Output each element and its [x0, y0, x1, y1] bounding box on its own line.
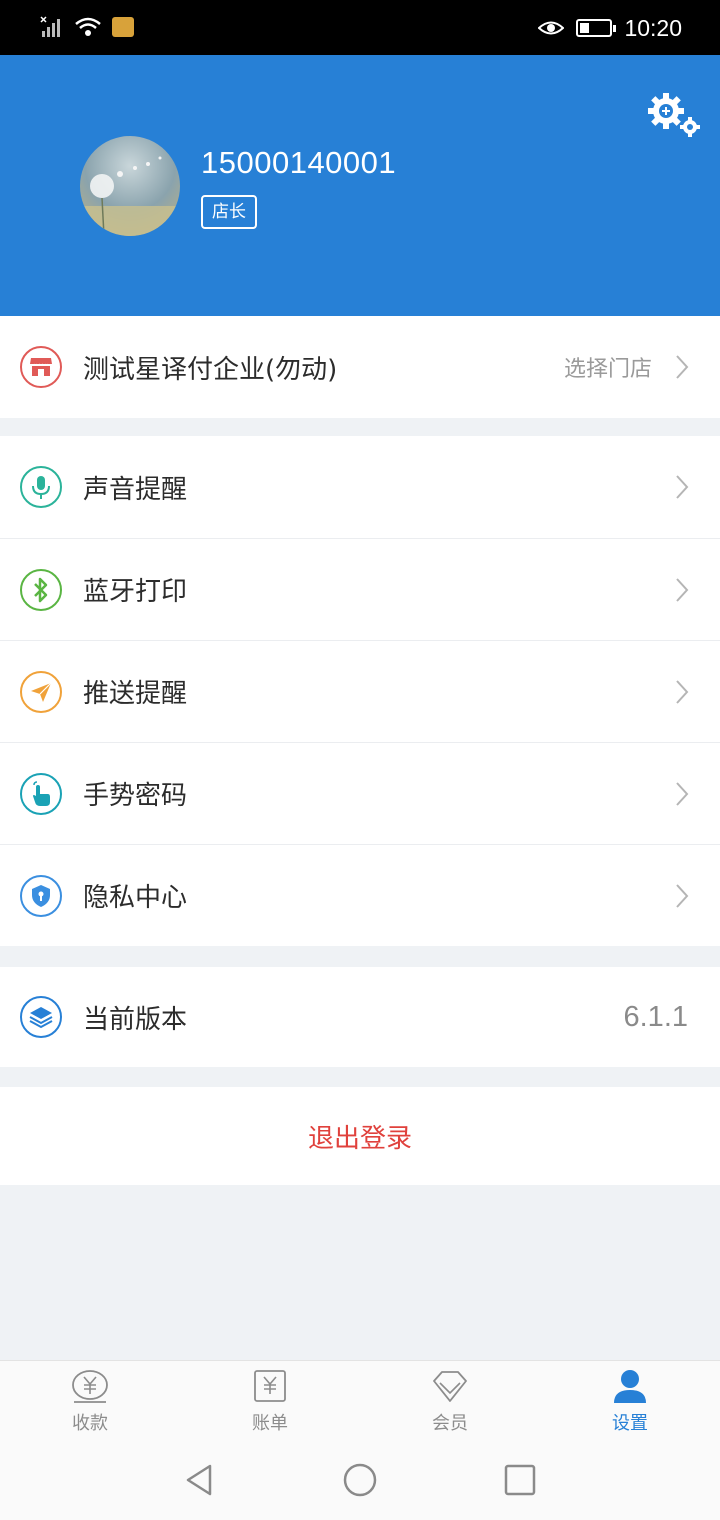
tab-settings[interactable]: 设置 — [540, 1361, 720, 1440]
chevron-right-icon — [676, 475, 689, 499]
chevron-right-icon — [676, 355, 689, 379]
layers-icon — [20, 996, 62, 1038]
wifi-icon — [75, 17, 101, 36]
version-label: 当前版本 — [83, 1004, 188, 1035]
user-phone: 15000140001 — [201, 145, 397, 180]
battery-icon — [576, 19, 617, 37]
store-row[interactable]: 测试星译付企业(勿动) 选择门店 — [0, 316, 720, 418]
tab-label: 设置 — [612, 1413, 648, 1434]
tab-label: 会员 — [432, 1413, 468, 1434]
home-icon[interactable] — [342, 1462, 378, 1498]
chevron-right-icon — [676, 883, 689, 908]
paper-plane-icon — [20, 670, 62, 713]
menu-item-label: 蓝牙打印 — [83, 577, 188, 607]
tab-bills[interactable]: 账单 — [180, 1361, 360, 1440]
shield-icon — [20, 874, 62, 917]
menu-item-push-reminder[interactable]: 推送提醒 — [0, 640, 720, 742]
select-store-link[interactable]: 选择门店 — [564, 351, 652, 383]
system-nav-bar — [0, 1440, 720, 1520]
diamond-icon — [433, 1371, 467, 1402]
chevron-right-icon — [676, 679, 689, 704]
tab-members[interactable]: 会员 — [360, 1361, 540, 1440]
recents-icon[interactable] — [502, 1462, 538, 1498]
settings-menu: 声音提醒 蓝牙打印 推送提醒 手势密码 隐私中心 — [0, 436, 720, 946]
logout-label: 退出登录 — [307, 1123, 412, 1154]
eye-icon — [538, 21, 565, 35]
status-time: 10:20 — [624, 14, 682, 41]
bluetooth-icon — [20, 568, 62, 611]
profile-header: 15000140001 店长 — [0, 55, 720, 316]
store-name: 测试星译付企业(勿动) — [83, 354, 338, 385]
logout-button[interactable]: 退出登录 — [0, 1087, 720, 1185]
menu-item-bluetooth-print[interactable]: 蓝牙打印 — [0, 538, 720, 640]
microphone-icon — [20, 466, 62, 508]
person-icon — [614, 1370, 646, 1403]
menu-item-label: 隐私中心 — [83, 883, 188, 913]
bill-icon — [254, 1370, 286, 1402]
avatar[interactable] — [80, 136, 180, 236]
menu-item-privacy-center[interactable]: 隐私中心 — [0, 844, 720, 946]
bottom-tab-bar: 收款 账单 会员 设置 — [0, 1360, 720, 1440]
tab-label: 收款 — [72, 1413, 108, 1434]
menu-item-sound-reminder[interactable]: 声音提醒 — [0, 436, 720, 538]
version-value: 6.1.1 — [623, 1000, 689, 1033]
settings-gear-icon[interactable] — [646, 91, 704, 141]
gesture-icon — [20, 772, 62, 815]
chevron-right-icon — [676, 781, 689, 806]
signal-icon — [40, 16, 60, 37]
version-row: 当前版本 6.1.1 — [0, 967, 720, 1067]
store-icon — [20, 346, 62, 388]
role-badge: 店长 — [201, 195, 257, 229]
chevron-right-icon — [676, 577, 689, 602]
menu-item-label: 声音提醒 — [83, 474, 188, 505]
menu-item-label: 推送提醒 — [83, 679, 188, 709]
back-icon[interactable] — [182, 1462, 218, 1498]
tab-collect[interactable]: 收款 — [0, 1361, 180, 1440]
yen-coin-icon — [72, 1370, 108, 1403]
status-bar: 10:20 — [0, 0, 720, 55]
menu-item-gesture-password[interactable]: 手势密码 — [0, 742, 720, 844]
sim-card-icon — [112, 17, 134, 37]
menu-item-label: 手势密码 — [83, 781, 188, 811]
store-section: 测试星译付企业(勿动) 选择门店 — [0, 316, 720, 418]
tab-label: 账单 — [252, 1413, 288, 1434]
version-section: 当前版本 6.1.1 — [0, 967, 720, 1067]
